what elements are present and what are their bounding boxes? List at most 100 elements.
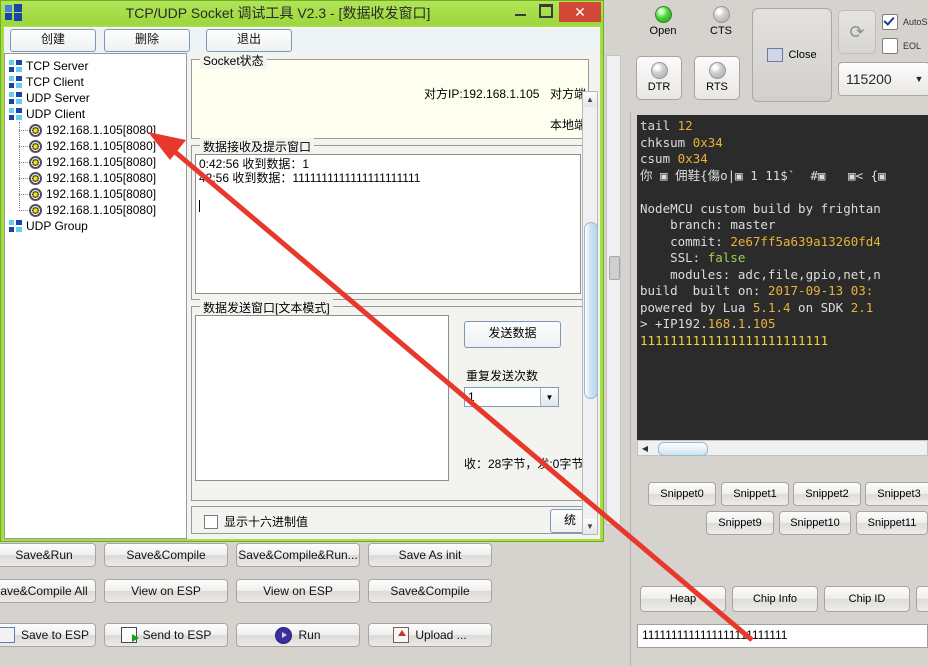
snippet-button-11[interactable]: Snippet11 xyxy=(856,511,928,535)
send-textarea[interactable] xyxy=(195,315,449,481)
save-compile-all-button[interactable]: ave&Compile All xyxy=(0,579,96,603)
terminal-text: false xyxy=(707,250,746,265)
snippet-button-3[interactable]: Snippet3 xyxy=(865,482,928,506)
baud-rate-value: 115200 xyxy=(846,71,892,87)
dtr-button[interactable]: DTR xyxy=(636,56,682,100)
tree-item-tcp-server[interactable]: TCP Server xyxy=(9,58,186,74)
serial-terminal-output[interactable]: tail 12 chksum 0x34 csum 0x34 你 ▣ 佣鞋{傷o|▣ 1… xyxy=(637,115,928,440)
save-compile-run-button[interactable]: Save&Compile&Run... xyxy=(236,543,360,567)
save-and-run-button[interactable]: Save&Run xyxy=(0,543,96,567)
view-on-esp-button-2[interactable]: View on ESP xyxy=(236,579,360,603)
extra-command-button[interactable] xyxy=(916,586,928,612)
minimize-icon[interactable] xyxy=(507,2,533,20)
open-indicator-label: Open xyxy=(649,25,677,37)
esplorer-button-row-3: Save to ESP Send to ESP Run Upload ... xyxy=(0,623,628,651)
chip-info-button[interactable]: Chip Info xyxy=(732,586,818,612)
tree-item-udp-group[interactable]: UDP Group xyxy=(9,218,186,234)
esplorer-button-row-1: Save&Run Save&Compile Save&Compile&Run..… xyxy=(0,543,628,571)
refresh-ports-button[interactable]: ⟳ xyxy=(838,10,876,54)
terminal-text: on SDK xyxy=(790,299,851,315)
receive-textarea[interactable]: 0:42:56 收到数据：1 42:56 收到数据：11111111111111… xyxy=(195,154,581,294)
connection-tree-panel[interactable]: TCP Server TCP Client UDP Server UDP Cli… xyxy=(4,53,187,539)
delete-button[interactable]: 删除 xyxy=(104,29,190,52)
tree-item-connection[interactable]: 192.168.1.105[8080] xyxy=(9,202,186,218)
receive-line: 0:42:56 收到数据：1 xyxy=(199,157,310,171)
save-and-compile-button-2[interactable]: Save&Compile xyxy=(368,579,492,603)
snippet-button-2[interactable]: Snippet2 xyxy=(793,482,861,506)
button-label: ave&Compile All xyxy=(0,584,88,598)
heap-button[interactable]: Heap xyxy=(640,586,726,612)
eol-checkbox-icon[interactable] xyxy=(882,38,898,54)
tree-item-connection[interactable]: 192.168.1.105[8080] xyxy=(9,138,186,154)
tree-item-tcp-client[interactable]: TCP Client xyxy=(9,74,186,90)
socket-pane-vertical-scrollbar[interactable]: ▲ ▼ xyxy=(582,91,598,535)
tree-item-udp-client[interactable]: UDP Client xyxy=(9,106,186,122)
repeat-count-combobox[interactable]: 1 ▼ xyxy=(464,387,559,407)
scroll-down-arrow-icon[interactable]: ▼ xyxy=(583,519,597,534)
save-to-esp-button[interactable]: Save to ESP xyxy=(0,623,96,647)
close-port-label: Close xyxy=(788,49,817,61)
terminal-horizontal-scrollbar[interactable]: ◀ xyxy=(637,440,928,456)
command-input[interactable]: 1111111111111111111111111 xyxy=(637,624,928,648)
tree-item-label: 192.168.1.105[8080] xyxy=(46,203,157,217)
tree-item-connection[interactable]: 192.168.1.105[8080] xyxy=(9,170,186,186)
scrollbar-thumb[interactable] xyxy=(584,222,598,399)
snippet-button-10[interactable]: Snippet10 xyxy=(779,511,851,535)
show-hex-checkbox-row[interactable]: 显示十六进制值 xyxy=(204,513,308,530)
send-to-esp-button[interactable]: Send to ESP xyxy=(104,623,228,647)
terminal-line: modules: adc,file,gpio,net,n xyxy=(640,267,928,284)
terminal-text: 1111111111111111111111111 xyxy=(640,332,829,348)
chevron-down-icon[interactable]: ▼ xyxy=(909,74,928,84)
tree-item-connection[interactable]: 192.168.1.105[8080] xyxy=(9,154,186,170)
close-icon[interactable]: ✕ xyxy=(559,2,601,22)
tree-item-udp-server[interactable]: UDP Server xyxy=(9,90,186,106)
tree-item-connection[interactable]: 192.168.1.105[8080] xyxy=(9,122,186,138)
run-button[interactable]: Run xyxy=(236,623,360,647)
socket-bottom-bar: 显示十六进制值 统 xyxy=(191,506,590,534)
terminal-text: commit: xyxy=(640,233,731,249)
exit-button[interactable]: 退出 xyxy=(206,29,292,52)
text-caret xyxy=(199,200,200,212)
autoscroll-label: AutoScr xyxy=(903,17,928,27)
create-button[interactable]: 创建 xyxy=(10,29,96,52)
scroll-up-arrow-icon[interactable]: ▲ xyxy=(583,92,597,107)
snippet-button-9[interactable]: Snippet9 xyxy=(706,511,774,535)
save-as-init-button[interactable]: Save As init xyxy=(368,543,492,567)
window-titlebar[interactable]: TCP/UDP Socket 调试工具 V2.3 - [数据收发窗口] ✕ xyxy=(1,1,603,25)
scrollbar-thumb[interactable] xyxy=(609,256,620,280)
close-port-button[interactable]: Close xyxy=(752,8,832,102)
view-on-esp-button-1[interactable]: View on ESP xyxy=(104,579,228,603)
terminal-text: SSL: xyxy=(640,250,708,265)
scroll-left-arrow-icon[interactable]: ◀ xyxy=(638,444,652,453)
checkbox-icon[interactable] xyxy=(204,514,218,529)
chevron-down-icon[interactable]: ▼ xyxy=(540,388,558,406)
show-hex-label: 显示十六进制值 xyxy=(224,515,309,529)
connection-icon xyxy=(29,203,42,217)
rts-button[interactable]: RTS xyxy=(694,56,740,100)
scrollbar-thumb[interactable] xyxy=(658,442,708,456)
tree-item-connection[interactable]: 192.168.1.105[8080] xyxy=(9,186,186,202)
tree-item-label: UDP Client xyxy=(26,107,86,121)
baud-rate-combobox[interactable]: 115200 ▼ xyxy=(838,62,928,96)
upload-button[interactable]: Upload ... xyxy=(368,623,492,647)
autoscroll-checkbox-row[interactable]: AutoScr xyxy=(882,14,928,30)
folder-icon xyxy=(9,108,22,120)
cts-led-icon xyxy=(712,6,730,23)
terminal-text: powered by Lua xyxy=(640,299,753,315)
send-data-button[interactable]: 发送数据 xyxy=(464,321,561,348)
tree-connector-dash xyxy=(19,130,28,131)
esplorer-action-button-rows: Save&Run Save&Compile Save&Compile&Run..… xyxy=(0,543,628,666)
terminal-text: 2e67ff5a639a13260fd4 xyxy=(730,233,881,249)
editor-vertical-scrollbar[interactable] xyxy=(606,55,621,525)
terminal-text: 12 xyxy=(677,118,693,133)
button-label: Save&Compile xyxy=(126,548,206,562)
snippet-button-1[interactable]: Snippet1 xyxy=(721,482,789,506)
chip-id-button[interactable]: Chip ID xyxy=(824,586,910,612)
maximize-icon[interactable] xyxy=(533,2,559,20)
autoscroll-checkbox-icon[interactable] xyxy=(882,14,898,30)
snippet-button-0[interactable]: Snippet0 xyxy=(648,482,716,506)
repeat-count-label: 重复发送次数 xyxy=(466,369,539,383)
tree-item-label: 192.168.1.105[8080] xyxy=(46,171,157,185)
eol-checkbox-row[interactable]: EOL xyxy=(882,38,921,54)
save-and-compile-button[interactable]: Save&Compile xyxy=(104,543,228,567)
